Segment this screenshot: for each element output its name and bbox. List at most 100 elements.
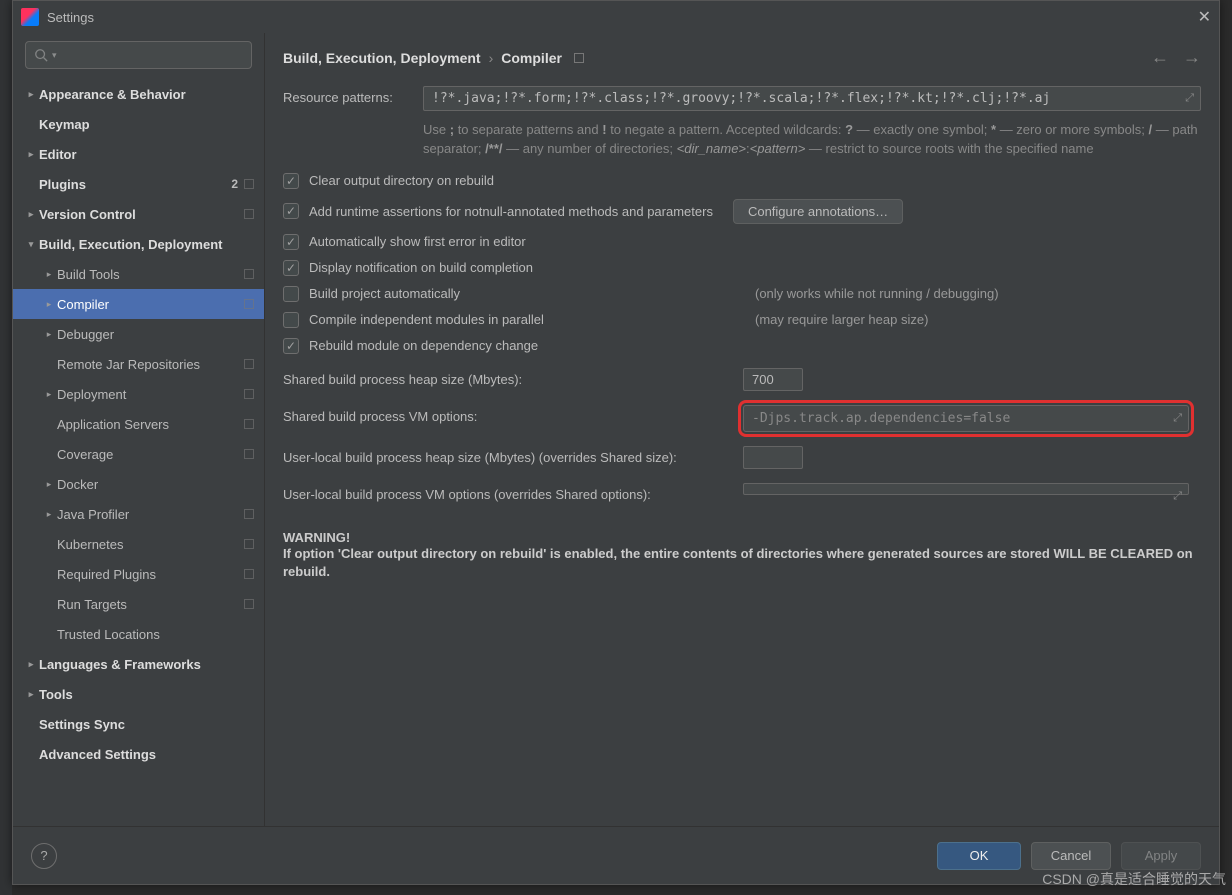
- sidebar-item-label: Coverage: [57, 447, 244, 462]
- warning-title: WARNING!: [283, 530, 1201, 545]
- sidebar-item-build-tools[interactable]: ▸Build Tools: [13, 259, 264, 289]
- sidebar-item-label: Languages & Frameworks: [39, 657, 254, 672]
- display-notification-checkbox[interactable]: [283, 260, 299, 276]
- chevron-icon: ▸: [41, 389, 57, 400]
- compile-parallel-note: (may require larger heap size): [755, 312, 1201, 327]
- sidebar-item-label: Settings Sync: [39, 717, 254, 732]
- build-auto-note: (only works while not running / debuggin…: [755, 286, 1201, 301]
- scope-icon: [244, 449, 254, 459]
- user-vm-label: User-local build process VM options (ove…: [283, 483, 743, 502]
- sidebar: ▾ ▸Appearance & BehaviorKeymap▸EditorPlu…: [13, 33, 265, 826]
- sidebar-item-appearance-behavior[interactable]: ▸Appearance & Behavior: [13, 79, 264, 109]
- shared-heap-label: Shared build process heap size (Mbytes):: [283, 368, 743, 387]
- scope-icon: [244, 599, 254, 609]
- sidebar-item-label: Keymap: [39, 117, 254, 132]
- chevron-down-icon: ▾: [52, 50, 57, 61]
- user-heap-input[interactable]: [743, 446, 803, 469]
- nav-forward-icon[interactable]: →: [1183, 47, 1201, 68]
- user-vm-input[interactable]: ⤢: [743, 483, 1189, 495]
- scope-icon: [244, 359, 254, 369]
- search-input[interactable]: ▾: [25, 41, 252, 69]
- sidebar-item-keymap[interactable]: Keymap: [13, 109, 264, 139]
- search-icon: [34, 48, 48, 62]
- sidebar-item-docker[interactable]: ▸Docker: [13, 469, 264, 499]
- sidebar-item-label: Trusted Locations: [57, 627, 254, 642]
- nav-back-icon[interactable]: ←: [1151, 47, 1169, 68]
- sidebar-item-label: Tools: [39, 687, 254, 702]
- ok-button[interactable]: OK: [937, 842, 1021, 870]
- sidebar-item-java-profiler[interactable]: ▸Java Profiler: [13, 499, 264, 529]
- sidebar-item-tools[interactable]: ▸Tools: [13, 679, 264, 709]
- sidebar-item-languages-frameworks[interactable]: ▸Languages & Frameworks: [13, 649, 264, 679]
- sidebar-item-advanced-settings[interactable]: Advanced Settings: [13, 739, 264, 769]
- sidebar-item-compiler[interactable]: ▸Compiler: [13, 289, 264, 319]
- chevron-icon: ▸: [41, 329, 57, 340]
- sidebar-item-plugins[interactable]: Plugins2: [13, 169, 264, 199]
- close-icon[interactable]: ✕: [1198, 7, 1211, 27]
- rebuild-dependency-checkbox[interactable]: [283, 338, 299, 354]
- clear-output-checkbox[interactable]: [283, 173, 299, 189]
- sidebar-item-editor[interactable]: ▸Editor: [13, 139, 264, 169]
- sidebar-item-label: Build Tools: [57, 267, 244, 282]
- scope-icon: [244, 269, 254, 279]
- help-button[interactable]: ?: [31, 843, 57, 869]
- settings-dialog: Settings ✕ ▾ ▸Appearance & BehaviorKeyma…: [12, 0, 1220, 885]
- breadcrumb-root[interactable]: Build, Execution, Deployment: [283, 50, 481, 66]
- shared-vm-input[interactable]: -Djps.track.ap.dependencies=false ⤢: [743, 405, 1189, 432]
- shared-heap-input[interactable]: [743, 368, 803, 391]
- sidebar-item-run-targets[interactable]: Run Targets: [13, 589, 264, 619]
- main-panel: Build, Execution, Deployment › Compiler …: [265, 33, 1219, 826]
- sidebar-item-settings-sync[interactable]: Settings Sync: [13, 709, 264, 739]
- scope-icon: [244, 419, 254, 429]
- warning-body: If option 'Clear output directory on reb…: [283, 545, 1201, 581]
- cancel-button[interactable]: Cancel: [1031, 842, 1111, 870]
- sidebar-item-label: Build, Execution, Deployment: [39, 237, 254, 252]
- sidebar-item-label: Application Servers: [57, 417, 244, 432]
- sidebar-item-label: Appearance & Behavior: [39, 87, 254, 102]
- auto-show-error-checkbox[interactable]: [283, 234, 299, 250]
- scope-icon: [244, 389, 254, 399]
- sidebar-item-label: Debugger: [57, 327, 254, 342]
- sidebar-item-remote-jar-repositories[interactable]: Remote Jar Repositories: [13, 349, 264, 379]
- compile-parallel-checkbox[interactable]: [283, 312, 299, 328]
- sidebar-item-application-servers[interactable]: Application Servers: [13, 409, 264, 439]
- chevron-icon: ▸: [23, 209, 39, 220]
- chevron-icon: ▸: [41, 299, 57, 310]
- sidebar-item-label: Deployment: [57, 387, 244, 402]
- chevron-right-icon: ›: [489, 50, 494, 66]
- expand-icon[interactable]: ⤢: [1173, 411, 1182, 425]
- configure-annotations-button[interactable]: Configure annotations…: [733, 199, 903, 224]
- app-icon: [21, 8, 39, 26]
- window-title: Settings: [47, 10, 94, 25]
- expand-icon[interactable]: ⤢: [1185, 91, 1194, 105]
- build-auto-checkbox[interactable]: [283, 286, 299, 302]
- auto-show-error-label: Automatically show first error in editor: [309, 234, 526, 249]
- sidebar-item-label: Run Targets: [57, 597, 244, 612]
- breadcrumb-leaf: Compiler: [501, 50, 562, 66]
- runtime-assertions-checkbox[interactable]: [283, 203, 299, 219]
- apply-button[interactable]: Apply: [1121, 842, 1201, 870]
- scope-icon: [574, 53, 584, 63]
- chevron-icon: ▸: [41, 269, 57, 280]
- sidebar-item-label: Kubernetes: [57, 537, 244, 552]
- sidebar-item-kubernetes[interactable]: Kubernetes: [13, 529, 264, 559]
- scope-icon: [244, 209, 254, 219]
- chevron-icon: ▸: [23, 89, 39, 100]
- sidebar-item-coverage[interactable]: Coverage: [13, 439, 264, 469]
- scope-icon: [244, 509, 254, 519]
- sidebar-item-version-control[interactable]: ▸Version Control: [13, 199, 264, 229]
- resource-patterns-input[interactable]: !?*.java;!?*.form;!?*.class;!?*.groovy;!…: [423, 86, 1201, 111]
- sidebar-item-trusted-locations[interactable]: Trusted Locations: [13, 619, 264, 649]
- settings-tree: ▸Appearance & BehaviorKeymap▸EditorPlugi…: [13, 79, 264, 826]
- scope-icon: [244, 299, 254, 309]
- breadcrumb: Build, Execution, Deployment › Compiler …: [283, 47, 1201, 68]
- sidebar-item-build-execution-deployment[interactable]: ▾Build, Execution, Deployment: [13, 229, 264, 259]
- expand-icon[interactable]: ⤢: [1173, 489, 1182, 503]
- sidebar-item-deployment[interactable]: ▸Deployment: [13, 379, 264, 409]
- sidebar-item-required-plugins[interactable]: Required Plugins: [13, 559, 264, 589]
- sidebar-item-label: Editor: [39, 147, 254, 162]
- sidebar-item-debugger[interactable]: ▸Debugger: [13, 319, 264, 349]
- user-heap-label: User-local build process heap size (Mbyt…: [283, 446, 743, 465]
- badge: 2: [231, 177, 238, 191]
- chevron-icon: ▸: [41, 479, 57, 490]
